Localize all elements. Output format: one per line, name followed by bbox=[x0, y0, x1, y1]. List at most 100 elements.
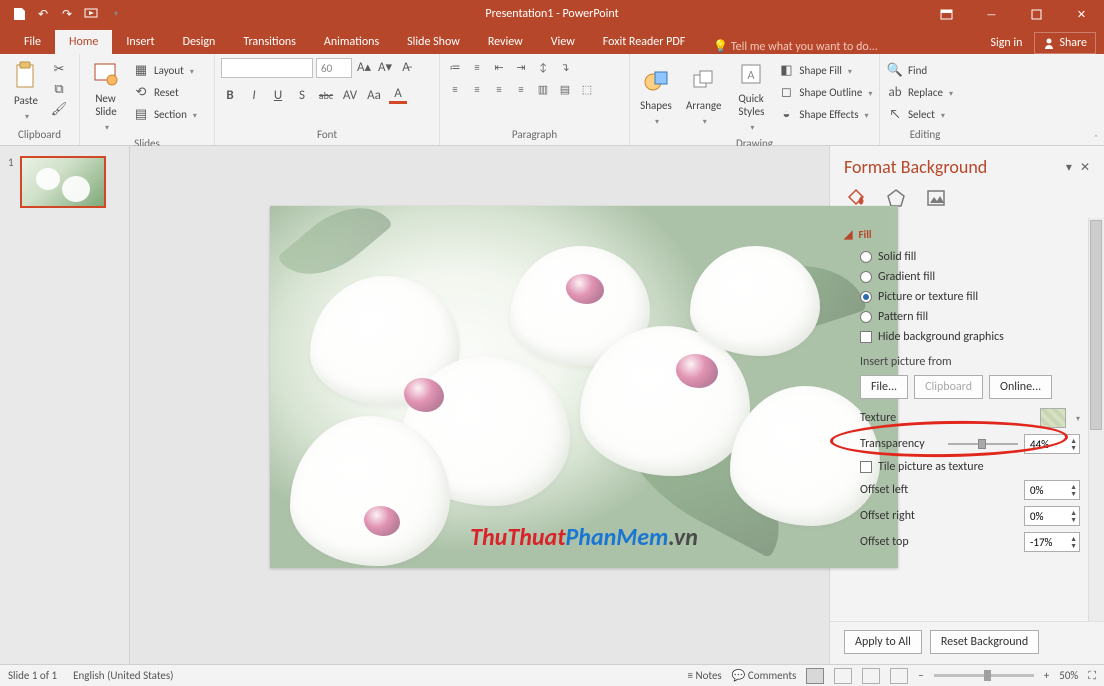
slide-count[interactable]: Slide 1 of 1 bbox=[8, 669, 57, 682]
offset-right-value[interactable]: 0%▲▼ bbox=[1024, 506, 1080, 526]
sign-in-link[interactable]: Sign in bbox=[990, 36, 1022, 50]
tab-insert[interactable]: Insert bbox=[112, 30, 168, 54]
pane-close-icon[interactable]: ✕ bbox=[1080, 160, 1090, 175]
gradient-fill-radio[interactable]: Gradient fill bbox=[844, 267, 1100, 287]
shapes-button[interactable]: Shapes bbox=[634, 56, 678, 135]
pattern-fill-radio[interactable]: Pattern fill bbox=[844, 307, 1100, 327]
notes-button[interactable]: ≡ Notes bbox=[688, 669, 722, 682]
font-color-button[interactable]: A bbox=[389, 86, 407, 104]
sorter-view-icon[interactable] bbox=[834, 668, 852, 684]
zoom-out-icon[interactable]: − bbox=[918, 669, 923, 682]
select-button[interactable]: ↖Select bbox=[884, 104, 966, 124]
fill-section-header[interactable]: ◢ Fill bbox=[844, 222, 1100, 247]
slide[interactable]: ThuThuatPhanMem.vn bbox=[270, 206, 898, 568]
tab-design[interactable]: Design bbox=[169, 30, 230, 54]
tab-transitions[interactable]: Transitions bbox=[229, 30, 310, 54]
replace-button[interactable]: abReplace bbox=[884, 82, 966, 102]
thumbnail-pane[interactable]: 1 bbox=[0, 146, 130, 664]
reset-button[interactable]: ⟲Reset bbox=[130, 82, 199, 102]
start-from-beginning-icon[interactable] bbox=[80, 3, 102, 25]
fit-to-window-icon[interactable]: ⛶ bbox=[1088, 669, 1096, 683]
increase-indent-icon[interactable]: ⇥ bbox=[514, 60, 528, 74]
zoom-slider[interactable] bbox=[934, 674, 1034, 677]
align-center-icon[interactable]: ≡ bbox=[470, 82, 484, 96]
slide-thumb-1[interactable] bbox=[20, 156, 106, 208]
strikethrough-button[interactable]: abc bbox=[317, 86, 335, 104]
italic-button[interactable]: I bbox=[245, 86, 263, 104]
slideshow-view-icon[interactable] bbox=[890, 668, 908, 684]
share-button[interactable]: Share bbox=[1034, 32, 1096, 54]
columns-icon[interactable]: ▥ bbox=[536, 82, 550, 96]
tab-slideshow[interactable]: Slide Show bbox=[393, 30, 474, 54]
undo-icon[interactable]: ↶ bbox=[32, 3, 54, 25]
reading-view-icon[interactable] bbox=[862, 668, 880, 684]
bullets-icon[interactable]: ≔ bbox=[448, 60, 462, 74]
tell-me-search[interactable]: 💡 Tell me what you want to do... bbox=[713, 39, 878, 54]
picture-tab-icon[interactable] bbox=[924, 186, 948, 210]
cut-icon[interactable]: ✂ bbox=[50, 60, 68, 78]
numbering-icon[interactable]: ≡ bbox=[470, 60, 484, 74]
normal-view-icon[interactable] bbox=[806, 668, 824, 684]
increase-font-icon[interactable]: A▴ bbox=[355, 58, 373, 76]
tab-file[interactable]: File bbox=[10, 30, 55, 54]
copy-icon[interactable]: ⧉ bbox=[50, 80, 68, 98]
collapse-ribbon-icon[interactable]: ˆ bbox=[1094, 132, 1098, 145]
shape-fill-button[interactable]: ◧Shape Fill bbox=[775, 60, 874, 80]
text-direction-icon[interactable]: ↴ bbox=[558, 60, 572, 74]
apply-to-all-button[interactable]: Apply to All bbox=[844, 630, 922, 654]
underline-button[interactable]: U bbox=[269, 86, 287, 104]
zoom-value[interactable]: 50% bbox=[1059, 669, 1078, 682]
online-button[interactable]: Online... bbox=[989, 375, 1052, 399]
justify-icon[interactable]: ≡ bbox=[514, 82, 528, 96]
clear-formatting-icon[interactable]: A̶ bbox=[397, 58, 415, 76]
decrease-indent-icon[interactable]: ⇤ bbox=[492, 60, 506, 74]
zoom-in-icon[interactable]: + bbox=[1044, 669, 1049, 682]
arrange-button[interactable]: Arrange bbox=[680, 56, 727, 135]
layout-button[interactable]: ▦Layout bbox=[130, 60, 199, 80]
font-size-combo[interactable] bbox=[316, 58, 352, 78]
shape-outline-button[interactable]: ◻Shape Outline bbox=[775, 82, 874, 102]
align-right-icon[interactable]: ≡ bbox=[492, 82, 506, 96]
offset-top-value[interactable]: -17%▲▼ bbox=[1024, 532, 1080, 552]
offset-left-value[interactable]: 0%▲▼ bbox=[1024, 480, 1080, 500]
new-slide-button[interactable]: New Slide bbox=[84, 56, 128, 135]
font-name-combo[interactable] bbox=[221, 58, 313, 78]
picture-fill-radio[interactable]: Picture or texture fill bbox=[844, 287, 1100, 307]
decrease-font-icon[interactable]: A▾ bbox=[376, 58, 394, 76]
align-text-icon[interactable]: ▤ bbox=[558, 82, 572, 96]
hide-bg-graphics-check[interactable]: Hide background graphics bbox=[844, 327, 1100, 347]
section-button[interactable]: ▤Section bbox=[130, 104, 199, 124]
tile-check[interactable]: Tile picture as texture bbox=[844, 457, 1100, 477]
qat-customize-icon[interactable] bbox=[104, 3, 126, 25]
tab-home[interactable]: Home bbox=[55, 30, 112, 54]
tab-animations[interactable]: Animations bbox=[310, 30, 393, 54]
slide-canvas-area[interactable]: ThuThuatPhanMem.vn bbox=[130, 146, 829, 664]
align-left-icon[interactable]: ≡ bbox=[448, 82, 462, 96]
ribbon-display-options-icon[interactable] bbox=[924, 0, 969, 28]
minimize-button[interactable]: — bbox=[969, 0, 1014, 28]
file-button[interactable]: File... bbox=[860, 375, 908, 399]
shape-effects-button[interactable]: ◒Shape Effects bbox=[775, 104, 874, 124]
smartart-icon[interactable]: ⬚ bbox=[580, 82, 594, 96]
find-button[interactable]: 🔍Find bbox=[884, 60, 966, 80]
comments-button[interactable]: 💬 Comments bbox=[732, 669, 797, 682]
pane-options-icon[interactable]: ▾ bbox=[1066, 160, 1072, 175]
text-shadow-button[interactable]: S bbox=[293, 86, 311, 104]
solid-fill-radio[interactable]: Solid fill bbox=[844, 247, 1100, 267]
texture-picker[interactable] bbox=[1040, 408, 1066, 428]
paste-button[interactable]: Paste bbox=[4, 56, 48, 126]
bold-button[interactable]: B bbox=[221, 86, 239, 104]
char-spacing-button[interactable]: AV bbox=[341, 86, 359, 104]
line-spacing-icon[interactable]: ↕ bbox=[536, 60, 550, 74]
pane-scrollbar[interactable] bbox=[1088, 218, 1104, 621]
language-status[interactable]: English (United States) bbox=[73, 669, 173, 682]
change-case-button[interactable]: Aa bbox=[365, 86, 383, 104]
quick-styles-button[interactable]: AQuick Styles bbox=[729, 56, 773, 135]
maximize-button[interactable] bbox=[1014, 0, 1059, 28]
close-button[interactable]: ✕ bbox=[1059, 0, 1104, 28]
format-painter-icon[interactable]: 🖌 bbox=[50, 100, 68, 118]
clipboard-button[interactable]: Clipboard bbox=[914, 375, 983, 399]
transparency-slider[interactable] bbox=[948, 437, 1018, 451]
tab-review[interactable]: Review bbox=[474, 30, 537, 54]
tab-foxit[interactable]: Foxit Reader PDF bbox=[589, 30, 699, 54]
